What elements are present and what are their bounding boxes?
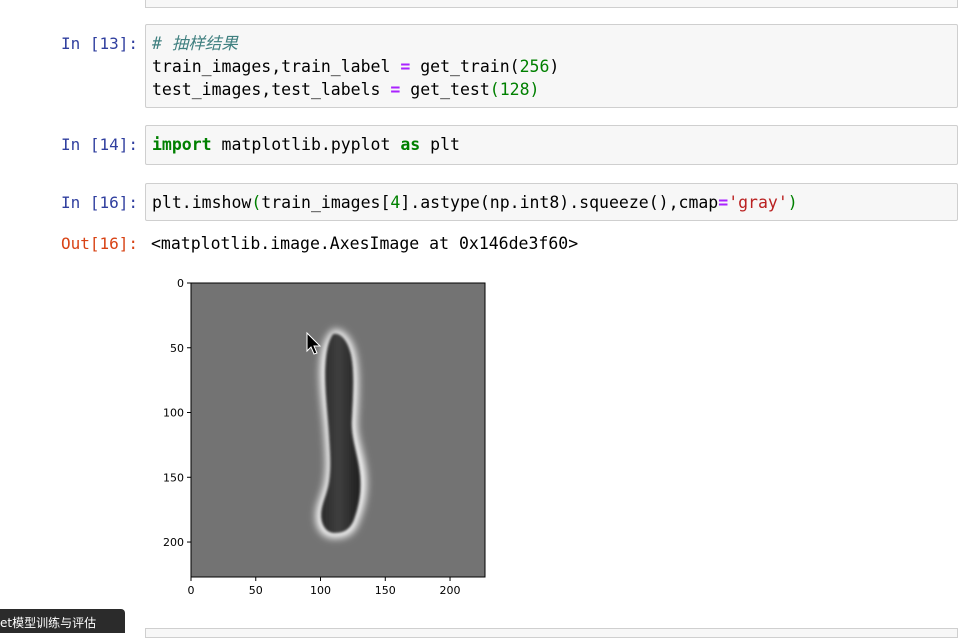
code-line: train_images,train_label = get_train(256… [152,55,951,78]
y-tick-label: 0 [177,277,184,290]
code-token: test_images,test_labels [152,80,391,99]
code-token: 256 [519,57,550,76]
code-token: plt [420,135,460,154]
code-token: ].astype(np.int8).squeeze(),cmap [400,193,719,212]
code-token: as [400,135,421,154]
cell-16-output-prompt: Out[16]: [60,234,138,253]
code-token: get_test [400,80,490,99]
code-token: 4 [390,193,401,212]
code-token: = [718,193,729,212]
x-tick-label: 200 [440,584,461,597]
code-token: train_images,train_label [152,57,401,76]
cell-13-prompt: In [13]: [60,34,138,53]
code-token: train_images[ [261,193,391,212]
code-token: ) [529,80,540,99]
y-tick-label: 100 [163,407,184,420]
code-line: test_images,test_labels = get_test(128) [152,78,951,101]
x-tick-label: 50 [249,584,263,597]
code-line: import matplotlib.pyplot as plt [152,133,951,156]
cell-14-prompt: In [14]: [60,135,138,154]
cell-14-code-input[interactable]: import matplotlib.pyplot as plt [145,125,958,165]
cell-16-prompt: In [16]: [60,193,138,212]
code-token: ( [251,193,262,212]
code-token: = [400,57,411,76]
x-tick-label: 0 [188,584,195,597]
next-cell-fragment[interactable] [145,628,958,638]
code-token: # 抽样结果 [152,34,238,53]
y-tick-label: 50 [170,342,184,355]
cell-13-code-input[interactable]: # 抽样结果 train_images,train_label = get_tr… [145,24,958,108]
code-token: = [390,80,401,99]
code-line: plt.imshow(train_images[4].astype(np.int… [152,191,951,214]
code-token: 128 [499,80,530,99]
code-token: ) [549,57,560,76]
x-tick-label: 100 [310,584,331,597]
output-text: <matplotlib.image.AxesImage at 0x146de3f… [151,234,579,253]
code-token: 'gray' [728,193,788,212]
x-tick-label: 150 [375,584,396,597]
code-token: ( [489,80,500,99]
code-token: import [152,135,212,154]
y-tick-label: 150 [163,471,184,484]
previous-cell-fragment[interactable] [145,0,958,8]
video-title-toast: et模型训练与评估 [0,609,125,633]
code-token: matplotlib.pyplot [211,135,401,154]
code-token: plt.imshow [152,193,252,212]
code-token: ) [787,193,798,212]
code-token: get_train( [410,57,520,76]
cell-16-code-input[interactable]: plt.imshow(train_images[4].astype(np.int… [145,183,958,221]
imshow-plot: 0 50 100 150 200 0 50 100 150 200 [150,268,510,612]
y-tick-label: 200 [163,536,184,549]
code-line: # 抽样结果 [152,32,951,55]
